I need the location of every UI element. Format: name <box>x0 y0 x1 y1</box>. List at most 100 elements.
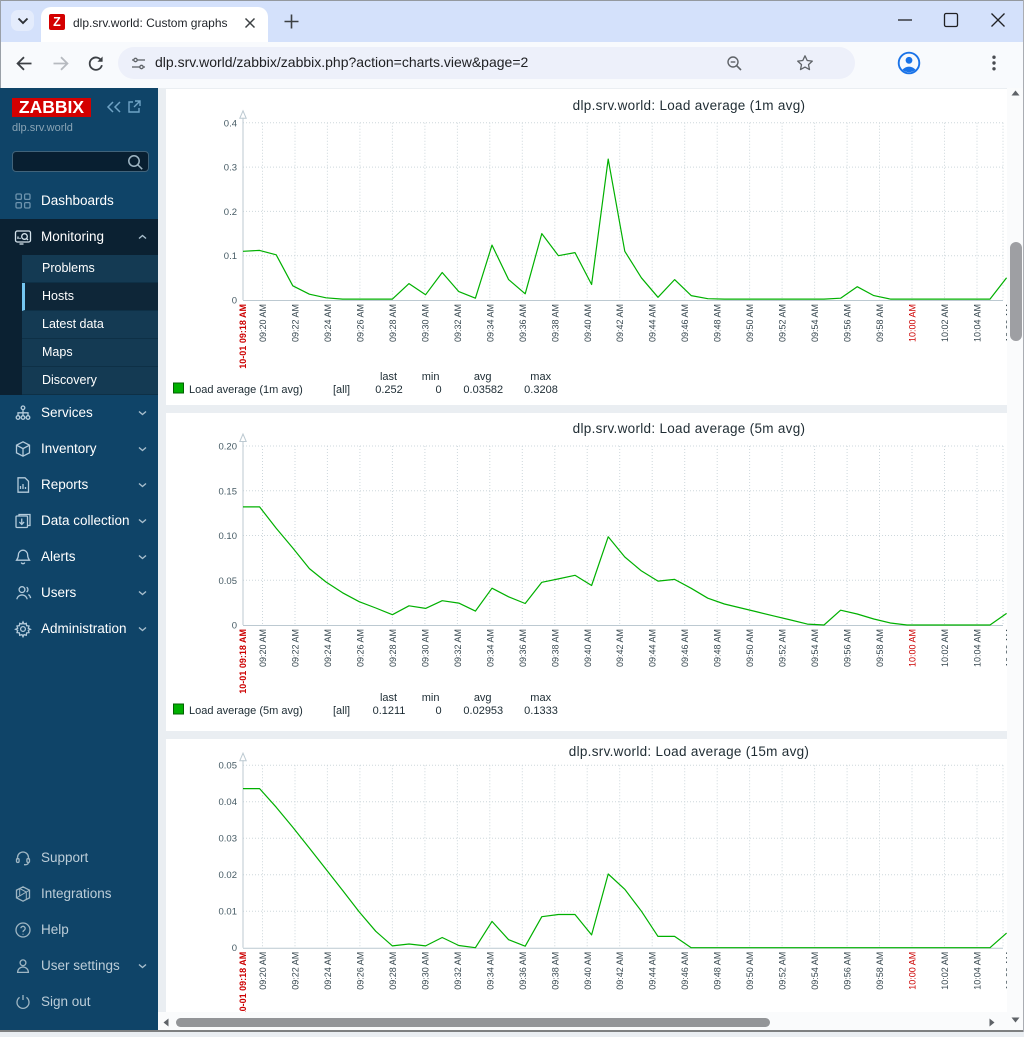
svg-text:09:44 AM: 09:44 AM <box>648 952 658 990</box>
svg-text:09:52 AM: 09:52 AM <box>778 629 788 667</box>
svg-text:09:20 AM: 09:20 AM <box>258 304 268 342</box>
svg-text:09:22 AM: 09:22 AM <box>291 629 301 667</box>
svg-text:10:02 AM: 10:02 AM <box>940 304 950 342</box>
svg-text:0: 0 <box>435 705 441 717</box>
svg-text:09:26 AM: 09:26 AM <box>355 304 365 342</box>
svg-text:09:48 AM: 09:48 AM <box>713 304 723 342</box>
svg-text:last: last <box>380 692 397 704</box>
svg-text:dlp.srv.world: Load average (1: dlp.srv.world: Load average (1m avg) <box>573 98 806 113</box>
svg-text:09:52 AM: 09:52 AM <box>778 304 788 342</box>
svg-text:09:34 AM: 09:34 AM <box>485 304 495 342</box>
svg-text:09:32 AM: 09:32 AM <box>453 304 463 342</box>
svg-text:09:58 AM: 09:58 AM <box>875 629 885 667</box>
svg-text:10:00 AM: 10:00 AM <box>908 629 918 667</box>
svg-text:10-01 09:18 AM: 10-01 09:18 AM <box>238 304 248 369</box>
svg-text:09:48 AM: 09:48 AM <box>713 952 723 990</box>
svg-text:09:34 AM: 09:34 AM <box>485 952 495 990</box>
svg-text:10:00 AM: 10:00 AM <box>908 304 918 342</box>
svg-text:min: min <box>422 371 440 383</box>
svg-text:09:34 AM: 09:34 AM <box>485 629 495 667</box>
svg-text:09:22 AM: 09:22 AM <box>291 304 301 342</box>
svg-text:09:42 AM: 09:42 AM <box>615 952 625 990</box>
svg-text:09:24 AM: 09:24 AM <box>323 629 333 667</box>
svg-text:09:26 AM: 09:26 AM <box>355 952 365 990</box>
svg-text:0: 0 <box>232 943 237 954</box>
svg-text:0.1211: 0.1211 <box>373 705 406 717</box>
svg-text:09:30 AM: 09:30 AM <box>420 952 430 990</box>
svg-text:09:36 AM: 09:36 AM <box>518 629 528 667</box>
svg-text:dlp.srv.world: Load average (5: dlp.srv.world: Load average (5m avg) <box>573 421 806 436</box>
svg-text:last: last <box>380 371 397 383</box>
svg-text:0.03582: 0.03582 <box>463 384 503 396</box>
svg-text:0.02: 0.02 <box>219 870 238 881</box>
svg-text:0.1333: 0.1333 <box>524 705 558 717</box>
svg-text:0.2: 0.2 <box>224 207 237 218</box>
svg-text:09:54 AM: 09:54 AM <box>810 304 820 342</box>
svg-text:10-01 09:18 AM: 10-01 09:18 AM <box>238 629 248 694</box>
svg-text:10:00 AM: 10:00 AM <box>908 952 918 990</box>
svg-text:09:44 AM: 09:44 AM <box>648 304 658 342</box>
svg-text:[all]: [all] <box>333 705 350 717</box>
svg-text:max: max <box>530 692 551 704</box>
svg-text:0.03: 0.03 <box>219 834 238 845</box>
svg-text:0.02953: 0.02953 <box>463 705 503 717</box>
svg-text:09:32 AM: 09:32 AM <box>453 629 463 667</box>
svg-text:09:52 AM: 09:52 AM <box>778 952 788 990</box>
svg-text:09:42 AM: 09:42 AM <box>615 304 625 342</box>
svg-text:Load average (1m avg): Load average (1m avg) <box>189 384 303 396</box>
svg-text:09:38 AM: 09:38 AM <box>550 304 560 342</box>
svg-text:09:40 AM: 09:40 AM <box>583 629 593 667</box>
svg-text:0.3208: 0.3208 <box>524 384 558 396</box>
svg-text:10-01 09:18 AM: 10-01 09:18 AM <box>238 952 248 1017</box>
svg-text:0.04: 0.04 <box>219 797 238 808</box>
svg-text:09:40 AM: 09:40 AM <box>583 952 593 990</box>
svg-text:avg: avg <box>474 371 492 383</box>
svg-text:0.4: 0.4 <box>224 118 237 129</box>
svg-text:09:56 AM: 09:56 AM <box>843 952 853 990</box>
svg-text:0.15: 0.15 <box>219 486 238 497</box>
svg-text:09:28 AM: 09:28 AM <box>388 304 398 342</box>
svg-text:0.3: 0.3 <box>224 163 237 174</box>
svg-text:09:28 AM: 09:28 AM <box>388 629 398 667</box>
svg-text:09:32 AM: 09:32 AM <box>453 952 463 990</box>
svg-text:09:50 AM: 09:50 AM <box>745 952 755 990</box>
svg-text:09:20 AM: 09:20 AM <box>258 629 268 667</box>
svg-text:0.10: 0.10 <box>219 531 238 542</box>
svg-text:[all]: [all] <box>333 384 350 396</box>
svg-text:0.01: 0.01 <box>219 907 238 918</box>
svg-text:09:26 AM: 09:26 AM <box>355 629 365 667</box>
svg-text:09:36 AM: 09:36 AM <box>518 952 528 990</box>
svg-text:09:54 AM: 09:54 AM <box>810 952 820 990</box>
svg-text:09:30 AM: 09:30 AM <box>420 629 430 667</box>
svg-text:avg: avg <box>474 692 492 704</box>
svg-text:10:02 AM: 10:02 AM <box>940 629 950 667</box>
svg-text:09:48 AM: 09:48 AM <box>713 629 723 667</box>
svg-text:09:24 AM: 09:24 AM <box>323 952 333 990</box>
svg-text:09:56 AM: 09:56 AM <box>843 304 853 342</box>
svg-text:0.05: 0.05 <box>219 761 238 772</box>
svg-text:09:22 AM: 09:22 AM <box>291 952 301 990</box>
svg-text:09:58 AM: 09:58 AM <box>875 304 885 342</box>
svg-text:09:50 AM: 09:50 AM <box>745 629 755 667</box>
svg-text:09:40 AM: 09:40 AM <box>583 304 593 342</box>
svg-text:09:28 AM: 09:28 AM <box>388 952 398 990</box>
svg-text:10:02 AM: 10:02 AM <box>940 952 950 990</box>
svg-text:0.252: 0.252 <box>375 384 403 396</box>
svg-text:09:54 AM: 09:54 AM <box>810 629 820 667</box>
svg-text:min: min <box>422 692 440 704</box>
svg-text:09:30 AM: 09:30 AM <box>420 304 430 342</box>
svg-text:0: 0 <box>232 621 237 632</box>
svg-text:0: 0 <box>435 384 441 396</box>
svg-text:09:42 AM: 09:42 AM <box>615 629 625 667</box>
svg-text:09:58 AM: 09:58 AM <box>875 952 885 990</box>
svg-text:0.1: 0.1 <box>224 251 237 262</box>
svg-text:10:04 AM: 10:04 AM <box>973 304 983 342</box>
svg-text:09:46 AM: 09:46 AM <box>680 952 690 990</box>
svg-text:09:46 AM: 09:46 AM <box>680 629 690 667</box>
svg-text:10:04 AM: 10:04 AM <box>973 952 983 990</box>
svg-text:max: max <box>530 371 551 383</box>
svg-text:09:38 AM: 09:38 AM <box>550 952 560 990</box>
svg-text:0: 0 <box>232 296 237 307</box>
svg-text:09:50 AM: 09:50 AM <box>745 304 755 342</box>
svg-text:09:44 AM: 09:44 AM <box>648 629 658 667</box>
